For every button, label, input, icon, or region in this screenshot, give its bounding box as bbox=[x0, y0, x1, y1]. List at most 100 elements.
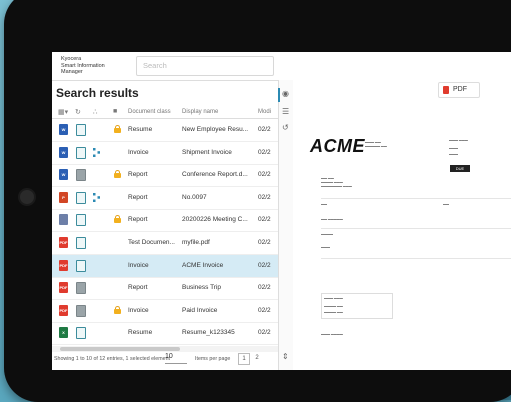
page-title: Search results bbox=[56, 86, 139, 100]
cell-modified: 02/2 bbox=[258, 284, 271, 292]
brand-line: Manager bbox=[61, 69, 83, 75]
cell-modified: 02/2 bbox=[258, 216, 271, 224]
cell-document-class: Test Documen... bbox=[128, 239, 175, 246]
cell-modified: 02/2 bbox=[258, 261, 271, 269]
file-type-column-icon[interactable]: ▦▾ bbox=[58, 108, 68, 116]
page-preview-icon bbox=[76, 169, 86, 182]
cell-modified: 02/2 bbox=[258, 126, 271, 133]
page-2-button[interactable]: 2 bbox=[252, 353, 262, 363]
due-badge: DUE bbox=[450, 165, 470, 172]
table-row[interactable]: PDF Test Documen... myfile.pdf 02/2 bbox=[52, 232, 278, 255]
results-pane: Search results ▦▾ ↻ ∴ ■ Document class D… bbox=[52, 80, 278, 370]
active-indicator bbox=[278, 88, 280, 102]
doc-text: ▬▬▬ bbox=[321, 245, 330, 249]
page-size-select[interactable]: 10 bbox=[165, 353, 187, 364]
cell-document-class: Report bbox=[128, 284, 148, 292]
items-per-page-label: Items per page bbox=[195, 356, 231, 362]
doc-text: ▬▬▬▬ bbox=[321, 232, 333, 236]
cell-modified: 02/2 bbox=[258, 193, 271, 201]
doc-text: ▬▬▬▬ ▬▬ bbox=[324, 310, 343, 314]
scrollbar-thumb[interactable] bbox=[60, 347, 180, 351]
pdf-button-label: PDF bbox=[453, 86, 467, 93]
app-brand: Kyocera Smart Information Manager bbox=[61, 56, 121, 76]
doc-text: ▬▬▬▬ ▬▬ bbox=[324, 304, 343, 308]
search-placeholder: Search bbox=[143, 61, 167, 70]
doc-text: ▬▬▬ ▬▬▬ bbox=[324, 296, 343, 300]
cell-document-class: Report bbox=[128, 193, 148, 201]
cell-document-class: Invoice bbox=[128, 261, 149, 269]
table-row[interactable]: PDF Invoice Paid Invoice 02/2 bbox=[52, 300, 278, 323]
doc-text: ▬▬▬ bbox=[449, 152, 458, 156]
horizontal-scrollbar[interactable] bbox=[52, 346, 278, 352]
table-row[interactable]: PDF Report Business Trip 02/2 bbox=[52, 277, 278, 301]
doc-text: ▬▬▬ ▬▬▬ bbox=[449, 138, 468, 142]
table-row[interactable]: W Resume New Employee Resu... 02/2 bbox=[52, 119, 278, 142]
cell-modified: 02/2 bbox=[258, 239, 271, 246]
entries-summary: Showing 1 to 10 of 12 entries, 1 selecte… bbox=[54, 356, 171, 362]
cell-display-name: Paid Invoice bbox=[182, 306, 218, 314]
pdf-file-icon: PDF bbox=[59, 304, 68, 316]
cell-modified: 02/2 bbox=[258, 306, 271, 314]
page-preview-icon bbox=[76, 282, 86, 295]
lock-icon bbox=[114, 170, 121, 179]
cell-display-name: myfile.pdf bbox=[182, 239, 210, 246]
table-row[interactable]: PDF Invoice ACME Invoice 02/2 bbox=[52, 254, 278, 278]
doc-rule bbox=[321, 228, 511, 229]
excel-file-icon: X bbox=[59, 327, 68, 339]
doc-text: ▬▬ bbox=[321, 202, 327, 206]
page-1-button[interactable]: 1 bbox=[238, 353, 250, 365]
doc-text: ▬▬▬▬▬ ▬▬ bbox=[365, 144, 387, 148]
history-icon[interactable]: ↺ bbox=[282, 123, 289, 132]
cell-display-name: New Employee Resu... bbox=[182, 126, 249, 133]
list-icon[interactable]: ☰ bbox=[282, 107, 289, 116]
workflow-column-icon[interactable]: ∴ bbox=[93, 108, 97, 116]
workflow-icon bbox=[93, 147, 100, 157]
doc-rule bbox=[321, 258, 511, 259]
eye-icon[interactable]: ◉ bbox=[282, 89, 289, 98]
table-row[interactable]: Report 20200226 Meeting C... 02/2 bbox=[52, 209, 278, 233]
cell-display-name: ACME Invoice bbox=[182, 261, 224, 269]
pdf-icon bbox=[443, 86, 449, 94]
image-file-icon bbox=[59, 214, 68, 226]
cell-document-class: Invoice bbox=[128, 306, 149, 314]
cell-modified: 02/2 bbox=[258, 171, 271, 179]
doc-text: ▬▬ bbox=[443, 202, 449, 206]
app-screen: Kyocera Smart Information Manager Search… bbox=[52, 52, 511, 370]
pdf-button[interactable]: PDF bbox=[438, 82, 480, 98]
pdf-file-icon: PDF bbox=[59, 259, 68, 271]
acme-logo: ACME bbox=[310, 136, 365, 156]
cell-modified: 02/2 bbox=[258, 148, 271, 156]
resize-handle-icon[interactable]: ⇕ bbox=[282, 352, 289, 361]
cell-document-class: Report bbox=[128, 216, 148, 224]
cell-display-name: Conference Report.d... bbox=[182, 171, 248, 179]
pdf-file-icon: PDF bbox=[59, 237, 68, 248]
word-file-icon: W bbox=[59, 124, 68, 135]
workflow-icon bbox=[93, 192, 100, 202]
top-bar: Kyocera Smart Information Manager Search bbox=[52, 52, 511, 81]
cell-document-class: Resume bbox=[128, 126, 153, 133]
page-preview-icon bbox=[76, 214, 86, 227]
table-row[interactable]: W Report Conference Report.d... 02/2 bbox=[52, 164, 278, 188]
word-file-icon: W bbox=[59, 169, 68, 181]
column-modified[interactable]: Modi bbox=[258, 109, 271, 115]
page-preview-icon bbox=[76, 191, 86, 204]
cell-display-name: Resume_k123345 bbox=[182, 329, 235, 337]
table-row[interactable]: X Resume Resume_k123345 02/2 bbox=[52, 322, 278, 346]
doc-text: ▬▬▬▬▬▬▬ ▬▬▬ bbox=[321, 184, 352, 188]
pdf-file-icon: PDF bbox=[59, 282, 68, 294]
column-document-class[interactable]: Document class bbox=[128, 109, 171, 115]
page-preview-icon bbox=[76, 304, 86, 317]
word-file-icon: W bbox=[59, 146, 68, 158]
cell-display-name: Shipment Invoice bbox=[182, 148, 232, 156]
refresh-column-icon[interactable]: ↻ bbox=[75, 108, 81, 116]
lock-icon bbox=[114, 215, 121, 224]
cell-display-name: No.0097 bbox=[182, 193, 207, 201]
table-row[interactable]: P Report No.0097 02/2 bbox=[52, 187, 278, 210]
search-input[interactable]: Search bbox=[136, 56, 274, 76]
page-preview-icon bbox=[76, 259, 86, 272]
lock-column-icon[interactable]: ■ bbox=[113, 108, 117, 115]
cell-document-class: Resume bbox=[128, 329, 153, 337]
column-display-name[interactable]: Display name bbox=[182, 109, 218, 115]
cell-document-class: Invoice bbox=[128, 148, 149, 156]
table-row[interactable]: W Invoice Shipment Invoice 02/2 bbox=[52, 142, 278, 165]
